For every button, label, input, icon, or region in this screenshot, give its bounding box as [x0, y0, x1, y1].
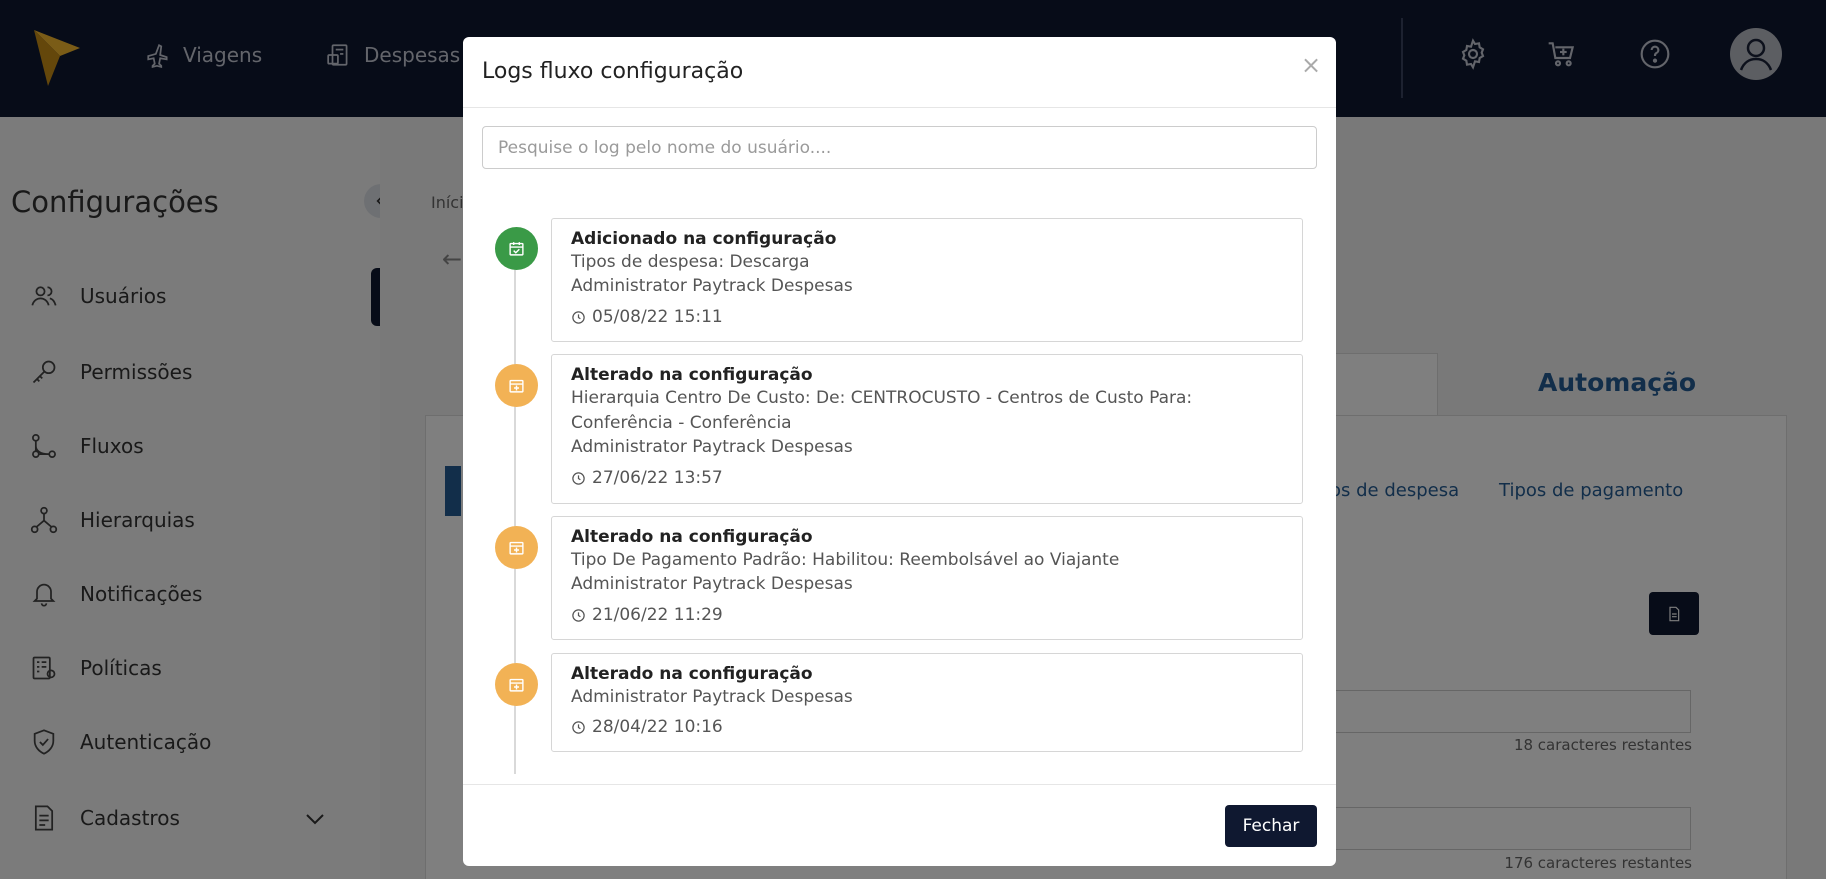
- calendar-plus-icon: [509, 541, 524, 555]
- clock-icon: [572, 471, 585, 485]
- log-description: Tipos de despesa: Descarga: [571, 252, 810, 272]
- log-timestamp: 27/06/22 13:57: [571, 468, 723, 488]
- log-entry: Alterado na configuração Hierarquia Cent…: [551, 354, 1303, 504]
- log-status-dot: [495, 227, 538, 270]
- log-user: Administrator Paytrack Despesas: [571, 437, 853, 457]
- log-title: Adicionado na configuração: [571, 229, 837, 249]
- calendar-check-icon: [509, 242, 524, 256]
- log-title: Alterado na configuração: [571, 664, 813, 684]
- calendar-plus-icon: [509, 678, 524, 692]
- log-time-text: 05/08/22 15:11: [592, 307, 723, 327]
- search-input[interactable]: [482, 126, 1317, 169]
- logs-modal: Logs fluxo configuração × Adicionado na …: [463, 37, 1336, 866]
- log-user: Administrator Paytrack Despesas: [571, 276, 853, 296]
- close-icon[interactable]: ×: [1301, 51, 1321, 79]
- log-time-text: 28/04/22 10:16: [592, 717, 723, 737]
- log-description: Hierarquia Centro De Custo: De: CENTROCU…: [571, 388, 1193, 433]
- modal-footer: Fechar: [463, 784, 1336, 866]
- log-status-dot: [495, 663, 538, 706]
- log-timestamp: 05/08/22 15:11: [571, 307, 723, 327]
- clock-icon: [572, 608, 585, 622]
- log-time-text: 27/06/22 13:57: [592, 468, 723, 488]
- clock-icon: [572, 720, 585, 734]
- log-title: Alterado na configuração: [571, 365, 813, 385]
- log-user: Administrator Paytrack Despesas: [571, 574, 853, 594]
- log-status-dot: [495, 364, 538, 407]
- log-title: Alterado na configuração: [571, 527, 813, 547]
- log-timestamp: 21/06/22 11:29: [571, 605, 723, 625]
- log-entry: Alterado na configuração Administrator P…: [551, 653, 1303, 752]
- log-status-dot: [495, 526, 538, 569]
- calendar-plus-icon: [509, 379, 524, 393]
- log-entry: Alterado na configuração Tipo De Pagamen…: [551, 516, 1303, 640]
- log-entry: Adicionado na configuração Tipos de desp…: [551, 218, 1303, 342]
- log-time-text: 21/06/22 11:29: [592, 605, 723, 625]
- clock-icon: [572, 310, 585, 324]
- log-description: Tipo De Pagamento Padrão: Habilitou: Ree…: [571, 550, 1120, 570]
- log-timestamp: 28/04/22 10:16: [571, 717, 723, 737]
- log-user: Administrator Paytrack Despesas: [571, 687, 853, 707]
- close-button[interactable]: Fechar: [1225, 805, 1317, 847]
- modal-header: Logs fluxo configuração ×: [463, 37, 1336, 108]
- modal-title: Logs fluxo configuração: [482, 59, 744, 84]
